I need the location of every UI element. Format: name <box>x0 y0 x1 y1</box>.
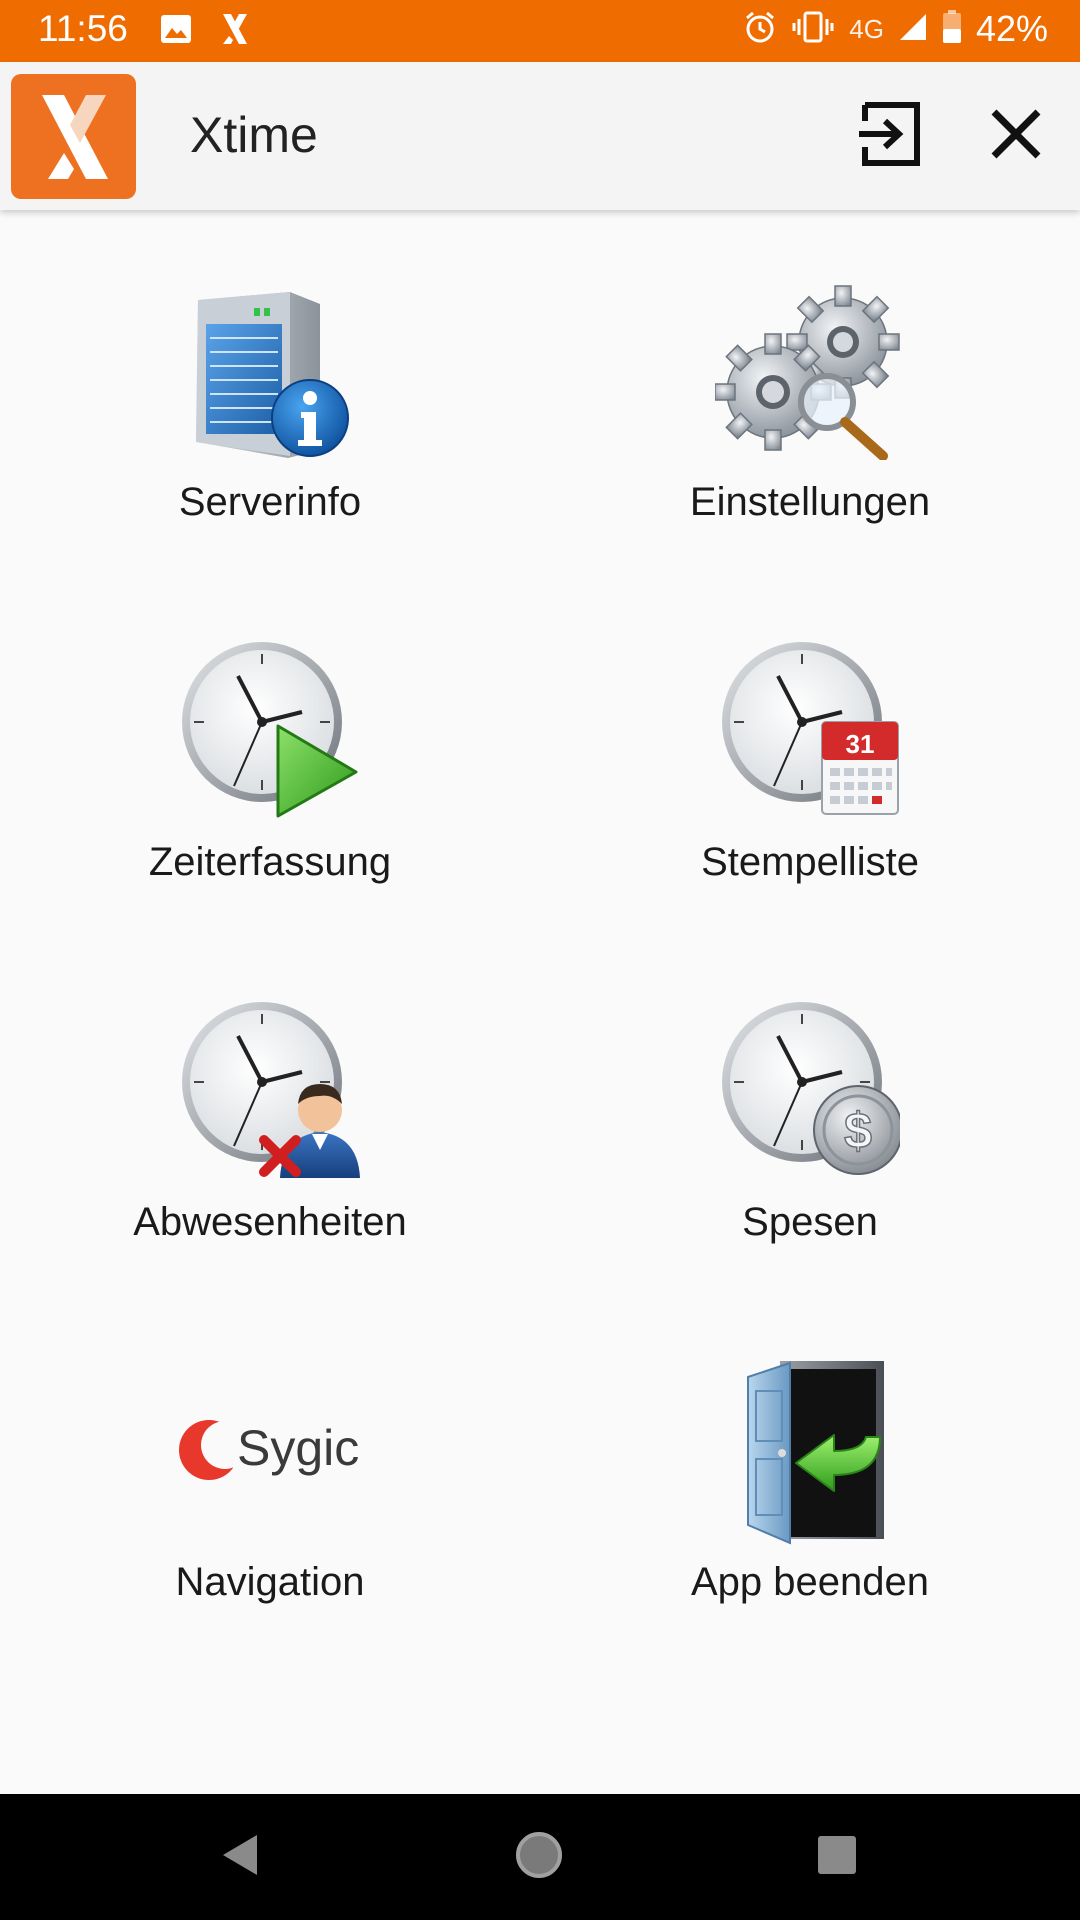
menu-item-einstellungen[interactable]: Einstellungen <box>540 220 1080 550</box>
menu-item-spesen[interactable]: $ Spesen <box>540 940 1080 1270</box>
close-button[interactable] <box>978 98 1054 174</box>
network-type: 4G <box>849 13 884 44</box>
signal-icon <box>898 12 928 47</box>
settings-gears-icon <box>710 270 910 470</box>
menu-item-label: Stempelliste <box>701 840 919 884</box>
server-info-icon <box>170 270 370 470</box>
xtime-logo <box>11 74 136 199</box>
menu-item-label: Serverinfo <box>178 480 362 524</box>
sygic-logo: Sygic <box>170 1350 370 1550</box>
app-bar: Xtime <box>0 62 1080 210</box>
menu-item-navigation[interactable]: Sygic Navigation <box>0 1300 540 1630</box>
menu-item-label: Spesen <box>742 1200 878 1244</box>
close-icon <box>988 106 1044 167</box>
menu-item-label: Einstellungen <box>689 480 931 524</box>
battery-icon <box>942 9 962 49</box>
menu-item-abwesenheiten[interactable]: Abwesenheiten <box>0 940 540 1270</box>
svg-text:$: $ <box>844 1103 872 1159</box>
system-nav-bar <box>0 1794 1080 1920</box>
status-bar: 11:56 4G 42% <box>0 0 1080 62</box>
clock-absence-icon <box>170 990 370 1190</box>
calendar-day: 31 <box>846 729 875 759</box>
clock-play-icon <box>170 630 370 830</box>
sygic-wordmark: Sygic <box>237 1420 359 1476</box>
menu-item-label: Abwesenheiten <box>133 1200 407 1244</box>
menu-item-app-beenden[interactable]: App beenden <box>540 1300 1080 1630</box>
home-button[interactable] <box>504 1822 574 1892</box>
menu-item-label: Navigation <box>175 1560 365 1604</box>
clock-dollar-icon: $ <box>710 990 910 1190</box>
app-title: Xtime <box>190 107 318 163</box>
status-time: 11:56 <box>38 8 128 49</box>
menu-item-label: App beenden <box>690 1560 929 1604</box>
vibrate-icon <box>791 11 835 48</box>
login-button[interactable] <box>852 98 928 174</box>
menu-item-zeiterfassung[interactable]: Zeiterfassung <box>0 580 540 910</box>
recents-icon <box>815 1833 859 1882</box>
menu-item-serverinfo[interactable]: Serverinfo <box>0 220 540 550</box>
image-icon <box>160 14 192 49</box>
menu-item-label: Zeiterfassung <box>148 840 392 884</box>
battery-percent: 42% <box>975 8 1048 49</box>
back-button[interactable] <box>204 1822 274 1892</box>
clock-calendar-icon: 31 <box>710 630 910 830</box>
exit-door-icon <box>710 1350 910 1550</box>
home-icon <box>514 1830 564 1885</box>
recents-button[interactable] <box>802 1822 872 1892</box>
xtime-notification-icon <box>220 12 250 51</box>
menu-item-stempelliste[interactable]: 31 Stempelliste <box>540 580 1080 910</box>
login-icon <box>857 101 923 172</box>
back-icon <box>217 1831 261 1884</box>
alarm-icon <box>743 10 777 49</box>
